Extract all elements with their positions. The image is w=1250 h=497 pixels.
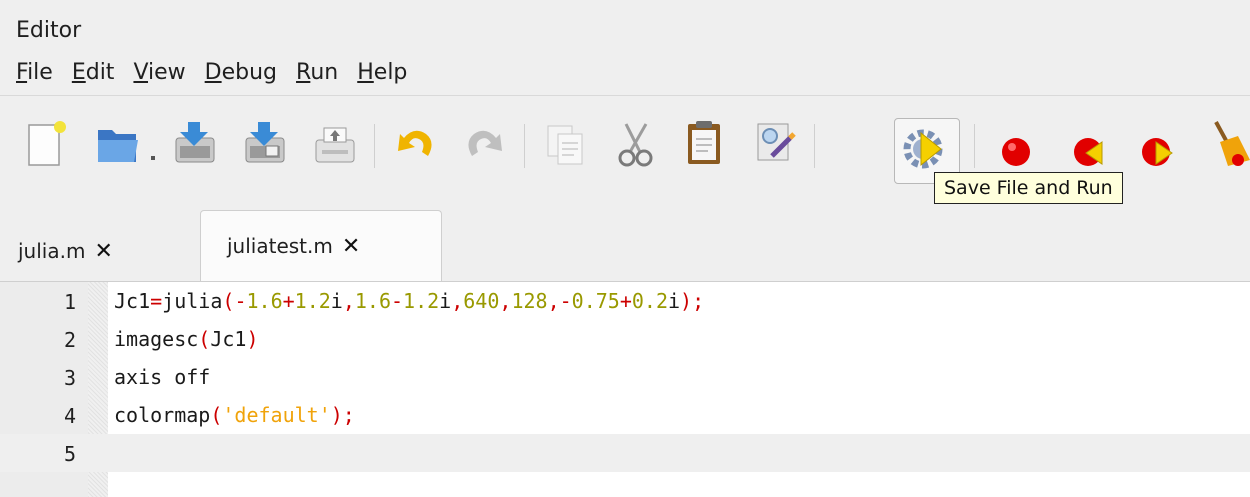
code-line[interactable]: 4 colormap('default'); bbox=[0, 396, 1250, 434]
paste-icon bbox=[688, 121, 720, 164]
code-token: - bbox=[234, 289, 247, 313]
save-as-icon bbox=[245, 122, 285, 163]
code-token: = bbox=[150, 289, 163, 313]
line-number: 5 bbox=[63, 442, 76, 466]
code-token: 'default' bbox=[222, 403, 331, 427]
menu-run[interactable]: Run bbox=[296, 60, 346, 90]
menu-bar: File Edit View Debug Run Help bbox=[16, 60, 426, 90]
code-token: 128 bbox=[511, 289, 548, 313]
code-text: axis off bbox=[114, 365, 210, 389]
tab-label: julia.m bbox=[18, 239, 86, 263]
copy-button[interactable] bbox=[536, 116, 594, 182]
line-number: 1 bbox=[63, 290, 76, 314]
menu-help[interactable]: Help bbox=[357, 60, 415, 90]
code-token: ( bbox=[198, 327, 211, 351]
code-token: + bbox=[282, 289, 295, 313]
code-token: , bbox=[499, 289, 512, 313]
menu-view[interactable]: View bbox=[133, 60, 193, 90]
dropdown-dot-icon bbox=[151, 156, 155, 160]
code-token: i bbox=[439, 289, 452, 313]
code-token: ( bbox=[222, 289, 235, 313]
find-replace-button[interactable] bbox=[746, 116, 804, 182]
code-token: ); bbox=[330, 403, 355, 427]
save-file-as-button[interactable] bbox=[236, 116, 294, 182]
code-text: colormap('default'); bbox=[114, 403, 355, 427]
line-number: 2 bbox=[63, 328, 76, 352]
code-token: , bbox=[451, 289, 464, 313]
save-icon bbox=[175, 122, 215, 163]
code-token: 1.2 bbox=[403, 289, 440, 313]
menu-file[interactable]: File bbox=[16, 60, 61, 90]
code-token: ) bbox=[246, 327, 259, 351]
tooltip: Save File and Run bbox=[934, 172, 1123, 204]
code-token: imagesc bbox=[114, 327, 199, 351]
code-token: 1.6 bbox=[354, 289, 391, 313]
new-file-button[interactable] bbox=[18, 116, 76, 182]
open-folder-icon bbox=[98, 130, 138, 162]
code-line[interactable]: 1 Jc1=julia(-1.6+1.2i,1.6-1.2i,640,128,-0… bbox=[0, 282, 1250, 320]
code-token: 1.6 bbox=[246, 289, 283, 313]
code-line[interactable]: 5 bbox=[0, 434, 1250, 472]
code-token: colormap bbox=[114, 403, 211, 427]
code-line[interactable]: 3 axis off bbox=[0, 358, 1250, 396]
paste-button[interactable] bbox=[676, 116, 734, 182]
clear-breakpoints-button[interactable] bbox=[1198, 116, 1250, 182]
code-token: ); bbox=[680, 289, 705, 313]
close-icon[interactable]: ✕ bbox=[342, 234, 360, 259]
tab-julia[interactable]: julia.m ✕ bbox=[18, 222, 113, 280]
code-text: imagesc(Jc1) bbox=[114, 327, 259, 351]
code-token: + bbox=[619, 289, 632, 313]
code-text: Jc1=julia(-1.6+1.2i,1.6-1.2i,640,128,-0.… bbox=[114, 289, 704, 313]
undo-button[interactable] bbox=[386, 116, 444, 182]
menu-separator bbox=[0, 95, 1250, 96]
code-token: 1.2 bbox=[294, 289, 331, 313]
copy-icon bbox=[547, 125, 583, 165]
code-token: 0.75 bbox=[571, 289, 620, 313]
line-number: 3 bbox=[63, 366, 76, 390]
undo-icon bbox=[398, 130, 432, 156]
redo-icon bbox=[468, 130, 502, 156]
open-file-button[interactable] bbox=[88, 116, 146, 182]
print-icon bbox=[315, 127, 355, 163]
code-token: 0.2 bbox=[631, 289, 668, 313]
toolbar-separator bbox=[974, 124, 975, 168]
code-token: Jc1 bbox=[114, 289, 151, 313]
menu-edit[interactable]: Edit bbox=[72, 60, 123, 90]
tab-bar: julia.m ✕ juliatest.m ✕ bbox=[0, 210, 1250, 282]
cut-button[interactable] bbox=[606, 116, 664, 182]
code-token: 640 bbox=[463, 289, 500, 313]
code-token: i bbox=[668, 289, 681, 313]
redo-button[interactable] bbox=[456, 116, 514, 182]
toolbar-separator bbox=[814, 124, 815, 168]
close-icon[interactable]: ✕ bbox=[94, 239, 112, 264]
toolbar-separator bbox=[524, 124, 525, 168]
line-number: 4 bbox=[63, 404, 76, 428]
print-button[interactable] bbox=[306, 116, 364, 182]
next-breakpoint-icon bbox=[1142, 138, 1173, 166]
next-breakpoint-button[interactable] bbox=[1128, 116, 1186, 182]
code-token: Jc1 bbox=[210, 327, 247, 351]
code-token: ( bbox=[210, 403, 223, 427]
editor-window: Editor File Edit View Debug Run Help Sav… bbox=[0, 0, 1250, 497]
cut-icon bbox=[618, 123, 653, 167]
tab-label: juliatest.m bbox=[227, 234, 333, 258]
code-token: - bbox=[559, 289, 572, 313]
code-line[interactable]: 2 imagesc(Jc1) bbox=[0, 320, 1250, 358]
code-token: , bbox=[342, 289, 355, 313]
find-replace-icon bbox=[757, 123, 796, 161]
code-token: i bbox=[330, 289, 343, 313]
window-title: Editor bbox=[16, 18, 82, 43]
save-file-button[interactable] bbox=[166, 116, 224, 182]
code-editor[interactable]: 1 Jc1=julia(-1.6+1.2i,1.6-1.2i,640,128,-0… bbox=[0, 282, 1250, 497]
menu-debug[interactable]: Debug bbox=[205, 60, 285, 90]
code-token: , bbox=[547, 289, 560, 313]
code-token: axis off bbox=[114, 365, 211, 389]
code-token: julia bbox=[162, 289, 223, 313]
broom-icon bbox=[1214, 121, 1250, 166]
open-recent-dropdown[interactable] bbox=[146, 116, 162, 182]
code-token: - bbox=[391, 289, 404, 313]
toolbar-separator bbox=[374, 124, 375, 168]
new-file-icon bbox=[28, 121, 66, 166]
tab-juliatest[interactable]: juliatest.m ✕ bbox=[200, 210, 442, 281]
